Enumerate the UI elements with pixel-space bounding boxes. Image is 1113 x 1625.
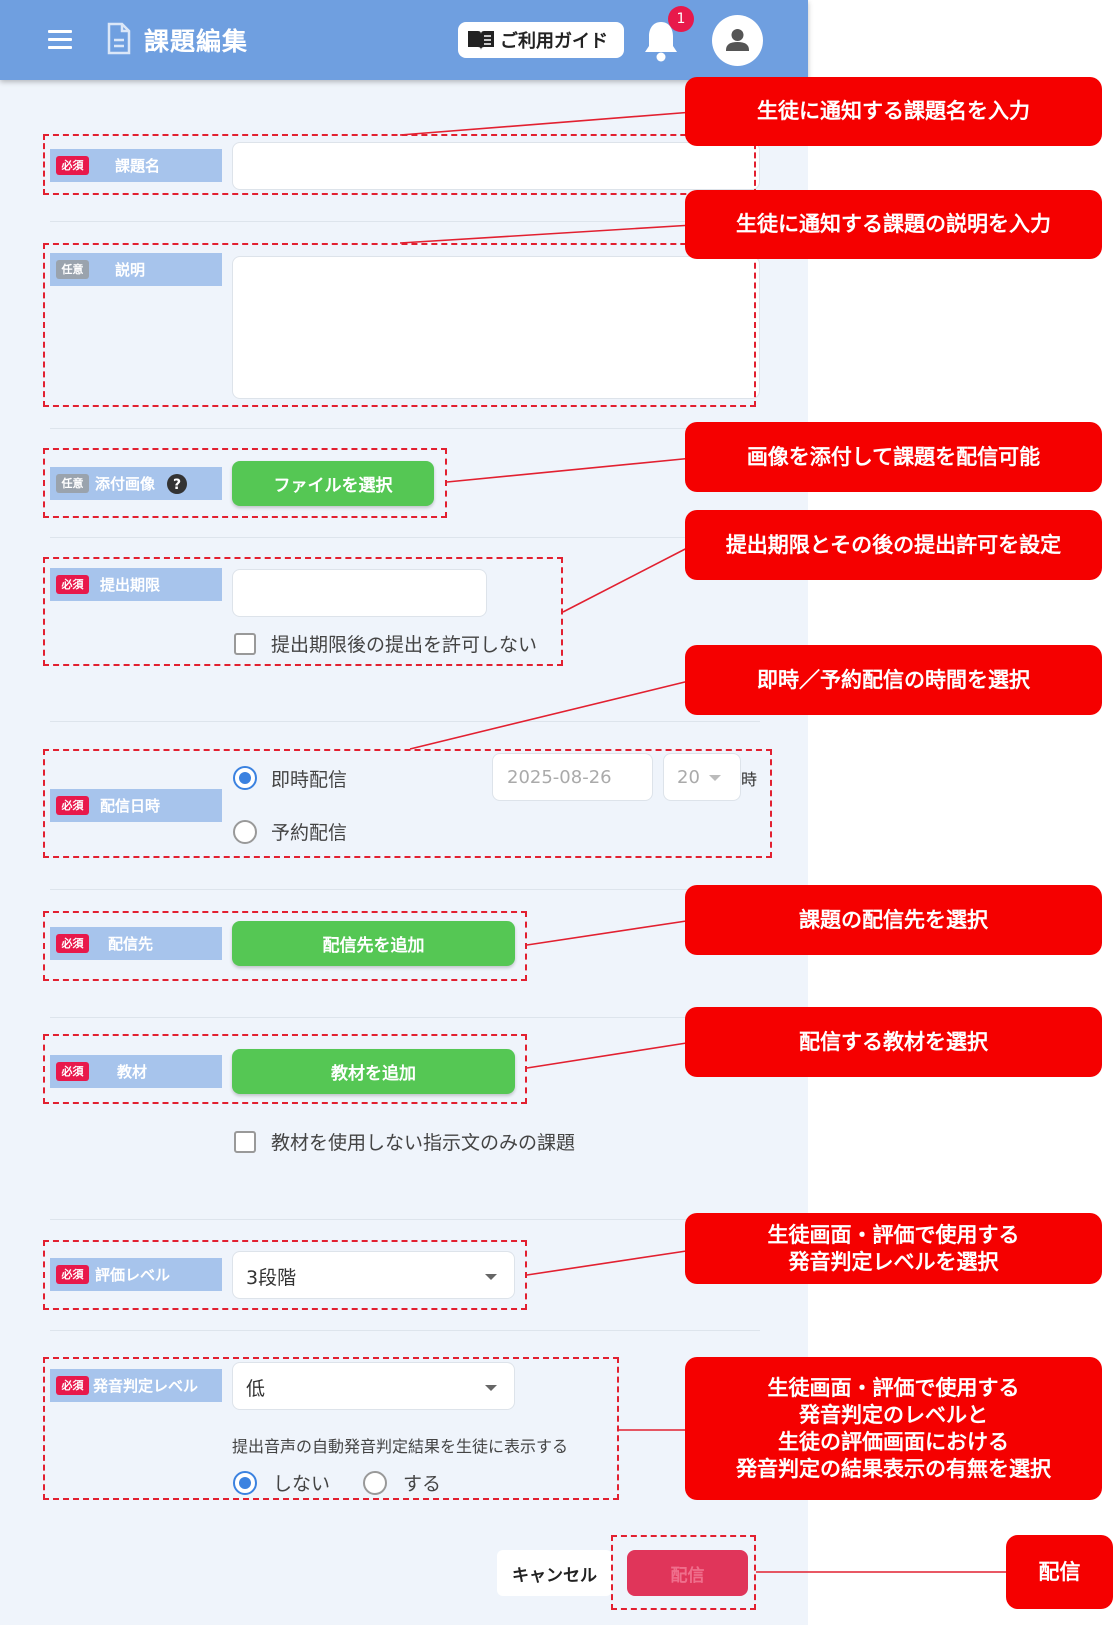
no-material-label: 教材を使用しない指示文のみの課題	[271, 1132, 576, 1154]
annotation-box-material	[43, 1034, 527, 1104]
divider	[50, 1219, 760, 1220]
book-icon	[468, 31, 494, 50]
divider	[50, 537, 760, 538]
callout-material: 配信する教材を選択	[685, 1007, 1102, 1077]
callout-delivery-time: 即時／予約配信の時間を選択	[685, 645, 1102, 715]
divider	[50, 221, 760, 222]
annotation-box-deadline	[43, 557, 563, 666]
user-icon	[726, 29, 749, 51]
callout-evaluation: 生徒画面・評価で使用する 発音判定レベルを選択	[685, 1213, 1102, 1284]
menu-icon[interactable]	[48, 30, 72, 50]
annotation-box-image	[43, 448, 447, 518]
annotation-box-submit	[611, 1535, 756, 1610]
callout-deadline: 提出期限とその後の提出許可を設定	[685, 510, 1102, 580]
callout-recipients: 課題の配信先を選択	[685, 885, 1102, 955]
document-icon	[106, 22, 132, 55]
divider	[50, 1330, 760, 1331]
cancel-button[interactable]: キャンセル	[497, 1550, 612, 1596]
page-title: 課題編集	[144, 27, 249, 56]
annotation-box-description	[43, 243, 756, 407]
callout-description: 生徒に通知する課題の説明を入力	[685, 190, 1102, 259]
annotation-box-delivery-time	[43, 749, 772, 858]
annotation-box-recipients	[43, 911, 527, 981]
avatar[interactable]	[712, 15, 763, 66]
user-guide-button[interactable]: ご利用ガイド	[458, 22, 624, 58]
divider	[50, 1017, 760, 1018]
divider	[50, 721, 760, 722]
callout-submit: 配信	[1006, 1535, 1113, 1609]
annotation-box-evaluation	[43, 1240, 527, 1310]
user-guide-label: ご利用ガイド	[500, 31, 608, 52]
annotation-box-pronunciation	[43, 1357, 619, 1500]
callout-image: 画像を添付して課題を配信可能	[685, 422, 1102, 492]
divider	[50, 428, 760, 429]
callout-title: 生徒に通知する課題名を入力	[685, 77, 1102, 146]
divider	[50, 889, 760, 890]
no-material-checkbox[interactable]	[234, 1131, 256, 1153]
callout-pronunciation: 生徒画面・評価で使用する 発音判定のレベルと 生徒の評価画面における 発音判定の…	[685, 1357, 1102, 1500]
notification-badge: 1	[668, 6, 694, 32]
annotation-box-title	[43, 134, 756, 195]
